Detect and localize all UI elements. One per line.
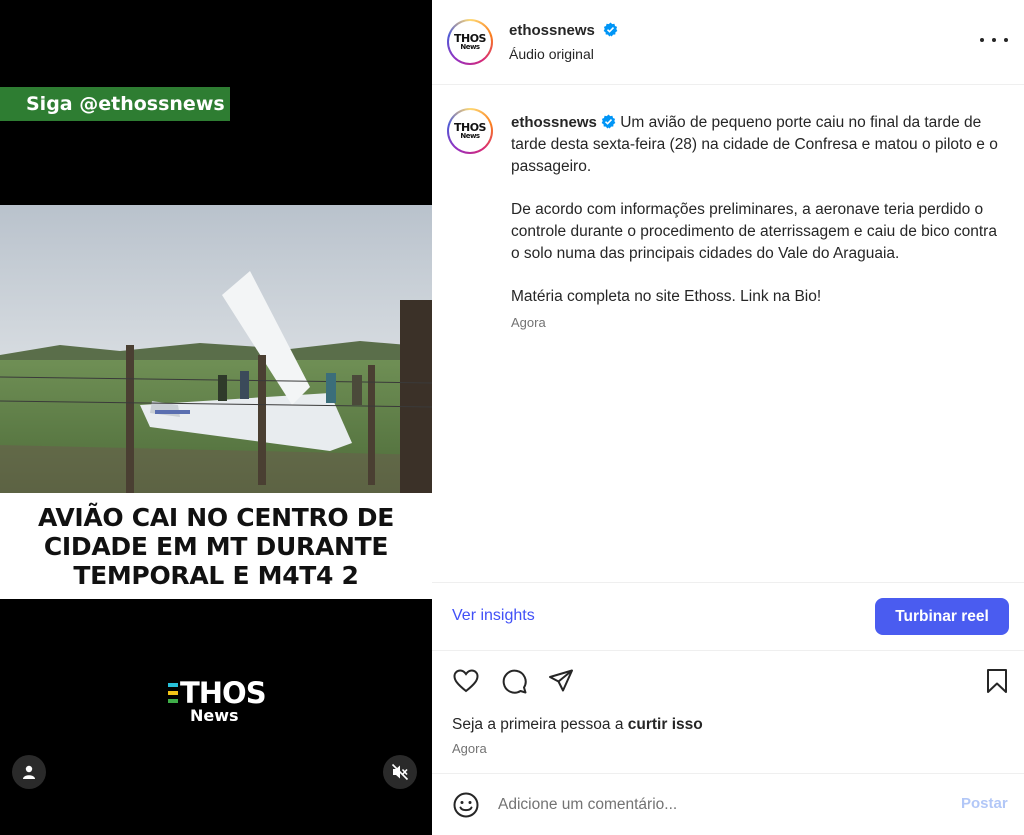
user-icon: [23, 765, 35, 779]
boost-reel-button[interactable]: Turbinar reel: [875, 598, 1009, 635]
emoji-icon[interactable]: [452, 791, 480, 819]
insights-divider: [432, 582, 1024, 583]
caption-text-2: De acordo com informações preliminares, …: [511, 201, 997, 262]
avatar-sub: News: [460, 131, 480, 140]
more-options-button[interactable]: [980, 30, 1008, 50]
caption-time: Agora: [511, 315, 546, 330]
headline-text: AVIÃO CAI NO CENTRO DE CIDADE EM MT DURA…: [37, 502, 395, 590]
share-icon[interactable]: [547, 667, 575, 695]
caption-avatar[interactable]: THOS News: [447, 108, 493, 154]
reel-video[interactable]: Siga @ethossnews AVIÃO CAI NO CENTRO DE …: [0, 0, 432, 835]
brand-sub: News: [190, 706, 239, 725]
mute-button[interactable]: [383, 755, 417, 789]
likes-summary: Seja a primeira pessoa a curtir isso: [452, 716, 703, 734]
post-caption: ethossnews Um avião de pequeno porte cai…: [511, 112, 1003, 334]
like-this-link[interactable]: curtir isso: [628, 716, 703, 733]
post-panel: THOS News ethossnews Áudio original THOS N…: [432, 0, 1024, 835]
caption-text-3: Matéria completa no site Ethoss. Link na…: [511, 288, 822, 305]
audio-label[interactable]: Áudio original: [509, 46, 594, 62]
ethos-brand-logo: THOS News: [168, 678, 268, 724]
bookmark-icon[interactable]: [983, 667, 1011, 695]
likes-prefix: Seja a primeira pessoa a: [452, 716, 628, 733]
caption-username[interactable]: ethossnews: [511, 114, 597, 131]
header-username[interactable]: ethossnews: [509, 22, 595, 39]
comment-icon[interactable]: [500, 667, 528, 695]
comment-input[interactable]: [498, 792, 938, 818]
heart-icon[interactable]: [452, 667, 480, 695]
header-divider: [432, 84, 1024, 85]
header-avatar[interactable]: THOS News: [447, 19, 493, 65]
video-headline: AVIÃO CAI NO CENTRO DE CIDADE EM MT DURA…: [0, 493, 432, 599]
brand-name: THOS: [180, 676, 267, 710]
post-comment-button[interactable]: Postar: [961, 795, 1008, 812]
actions-divider: [432, 650, 1024, 651]
tagged-users-button[interactable]: [12, 755, 46, 789]
brand-bars-icon: [168, 683, 178, 703]
post-time: Agora: [452, 741, 487, 756]
verified-badge-icon: [603, 22, 618, 37]
more-horizontal-icon: [980, 38, 984, 42]
crash-photo: [0, 205, 432, 493]
avatar-sub: News: [460, 42, 480, 51]
view-insights-link[interactable]: Ver insights: [452, 607, 535, 625]
follow-banner: Siga @ethossnews: [0, 87, 230, 121]
comment-divider: [432, 773, 1024, 774]
speaker-muted-icon: [391, 763, 409, 781]
caption-paragraph: ethossnews Um avião de pequeno porte cai…: [511, 112, 1003, 178]
verified-badge-icon: [601, 114, 616, 129]
